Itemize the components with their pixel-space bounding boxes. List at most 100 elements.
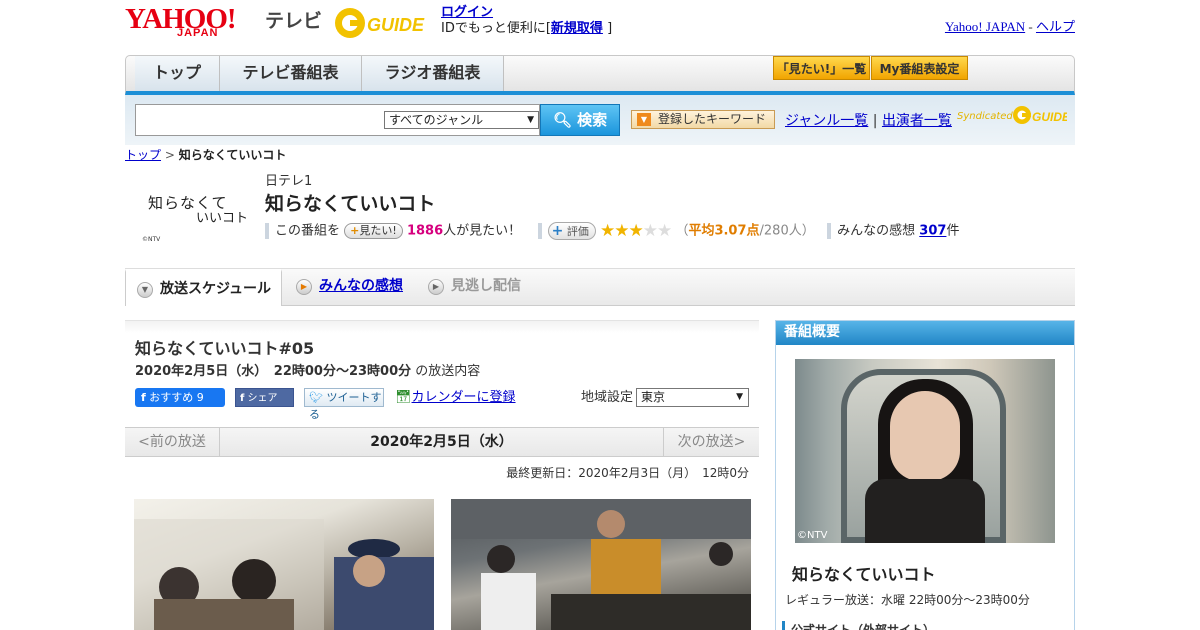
stats-divider [827,223,832,239]
last-updated: 最終更新日：2020年2月3日（月） 12時0分 [506,466,749,480]
tweet-button[interactable]: 🐦︎ ツイートする [304,388,384,421]
next-broadcast-link[interactable]: 次の放送> [663,428,759,456]
nav-tab-radio-schedule[interactable]: ラジオ番組表 [362,56,504,91]
prev-broadcast-link[interactable]: <前の放送 [125,428,220,456]
performer-list-link[interactable]: 出演者一覧 [882,113,952,129]
program-logo-line2: いいコト [196,211,249,226]
current-broadcast-date: 2020年2月5日（水） [370,434,513,450]
episode-photo-1 [134,499,434,630]
mitai-list-button[interactable]: 「見たい!」一覧 [773,56,870,80]
program-subtabs: ▼ 放送スケジュール ▶ みんなの感想 ▶ 見逃し配信 [125,268,1075,306]
official-site-link[interactable]: 公式サイト（外部サイト） [782,621,935,630]
star-icon: ★ [628,221,644,241]
region-label: 地域設定 [581,390,634,405]
registered-keyword-label: 登録したキーワード [658,112,767,126]
program-overview-sidebar: 番組概要 ©NTV 知らなくていいコト レギュラー放送：水曜 22時00分～23… [775,320,1075,630]
twitter-bird-icon: 🐦︎ [309,391,323,404]
dropdown-arrow-icon: ▼ [527,115,534,125]
region-select-value: 東京 [641,390,666,404]
triangle-right-icon: ▶ [428,279,444,295]
header-separator: - [1028,19,1033,34]
syndicated-label: Syndicated [957,111,1013,122]
facebook-recommend-button[interactable]: f おすすめ 9 [135,388,225,407]
impressions-prefix: みんなの感想 [837,223,916,239]
calendar-register-link[interactable]: カレンダーに登録 [412,390,516,405]
tab-impressions-label[interactable]: みんなの感想 [319,278,403,294]
episode-photo-1-art [134,519,434,630]
header-right-links: Yahoo! JAPAN - ヘルプ [945,16,1075,35]
episode-date-suffix: の放送内容 [415,364,481,379]
login-suffix: ] [607,21,613,36]
rating-paren-open: （ [675,223,689,239]
sidebar-header: 番組概要 [776,321,1074,345]
registered-keyword-button[interactable]: ▼ 登録したキーワード [631,110,775,129]
episode-date-time: 2020年2月5日（水） 22時00分～23時00分 [135,364,412,379]
plus-icon: + [350,224,360,237]
poster-copyright: ©NTV [797,530,828,541]
mitai-button[interactable]: +見たい! [344,223,403,239]
register-link[interactable]: 新規取得 [551,21,603,36]
facebook-icon: f [141,391,146,404]
genre-list-link[interactable]: ジャンル一覧 [785,113,868,129]
header: YAHOO! JAPAN テレビ GUIDE ログイン IDでもっと便利に[新規… [125,0,1075,50]
facebook-recommend-label: おすすめ 9 [149,391,204,404]
breadcrumb-top-link[interactable]: トップ [125,148,161,162]
impressions-count-link[interactable]: 307 [919,224,946,239]
tab-missed-streaming[interactable]: ▶ 見逃し配信 [417,269,547,306]
tab-impressions[interactable]: ▶ みんなの感想 [285,269,415,306]
search-bar: すべてのジャンル ▼ 🔍︎ 検索 ▼ 登録したキーワード ジャンル一覧 | 出演… [125,95,1075,145]
tab-broadcast-schedule[interactable]: ▼ 放送スケジュール [125,269,282,306]
program-title: 知らなくていいコト [265,193,436,215]
star-empty-icon: ★ [642,221,658,241]
breadcrumb-current: 知らなくていいコト [178,148,287,162]
genre-select-value: すべてのジャンル [389,113,484,127]
gguide-small-logo: GUIDE [1013,106,1067,124]
stats-divider [265,223,269,239]
search-icon: 🔍︎ [552,111,572,129]
program-logo-copyright: ©NTV [142,236,161,243]
search-links: ジャンル一覧 | 出演者一覧 [785,110,952,130]
gguide-small-logo-text: GUIDE [1032,110,1067,124]
triangle-down-icon: ▼ [637,113,651,126]
sidebar-regular-broadcast: レギュラー放送：水曜 22時00分～23時00分 [785,593,1030,607]
tab-broadcast-schedule-label: 放送スケジュール [160,281,272,297]
facebook-icon: f [240,393,245,404]
breadcrumb-separator: > [164,148,175,162]
rating-average: 平均3.07点 [688,223,760,239]
this-program-label: この番組を [275,223,341,239]
login-link[interactable]: ログイン [441,5,493,20]
star-icon: ★ [614,221,629,241]
yahoo-japan-link[interactable]: Yahoo! JAPAN [945,19,1025,34]
want-count: 1886 [406,223,444,239]
mitai-button-label: 見たい! [359,224,397,237]
program-stats: この番組を +見たい! 1886人が見たい！ + 評価 ★★★★★ （平均3.0… [265,221,959,241]
facebook-share-label: シェア [247,393,278,404]
genre-select[interactable]: すべてのジャンル ▼ [384,111,539,129]
my-bangumi-button[interactable]: My番組表設定 [871,56,968,80]
gguide-logo-text: GUIDE [367,15,425,35]
facebook-share-button[interactable]: f シェア [235,388,294,407]
search-button[interactable]: 🔍︎ 検索 [540,104,620,136]
nav-tab-tv-schedule[interactable]: テレビ番組表 [220,56,362,91]
sidebar-program-title: 知らなくていいコト [792,565,936,584]
page: YAHOO! JAPAN テレビ GUIDE ログイン IDでもっと便利に[新規… [0,0,1200,630]
episode-photo-2-art [451,499,751,630]
calendar-plus-icon: 📅︎ [395,390,412,405]
breadcrumb: トップ > 知らなくていいコト [125,146,286,163]
rating-count: /280人） [759,223,815,239]
star-empty-icon: ★ [657,221,672,241]
region-select[interactable]: 東京 ▼ [636,388,749,407]
login-box: ログイン IDでもっと便利に[新規取得 ] [441,5,612,37]
episode-navigation: <前の放送 2020年2月5日（水） 次の放送> [125,427,759,457]
gguide-logo[interactable]: GUIDE [333,6,431,40]
triangle-down-icon: ▼ [137,282,153,298]
login-prefix: IDでもっと便利に[ [441,21,551,36]
calendar-register[interactable]: 📅︎カレンダーに登録 [395,388,516,407]
episode-date: 2020年2月5日（水） 22時00分～23時00分 の放送内容 [135,360,480,379]
nav-tab-top[interactable]: トップ [135,56,220,91]
program-poster: ©NTV [795,359,1055,543]
tv-logo-text[interactable]: テレビ [265,6,322,33]
help-link[interactable]: ヘルプ [1036,19,1075,34]
plus-icon: + [551,223,564,239]
rating-button[interactable]: + 評価 [547,222,596,240]
